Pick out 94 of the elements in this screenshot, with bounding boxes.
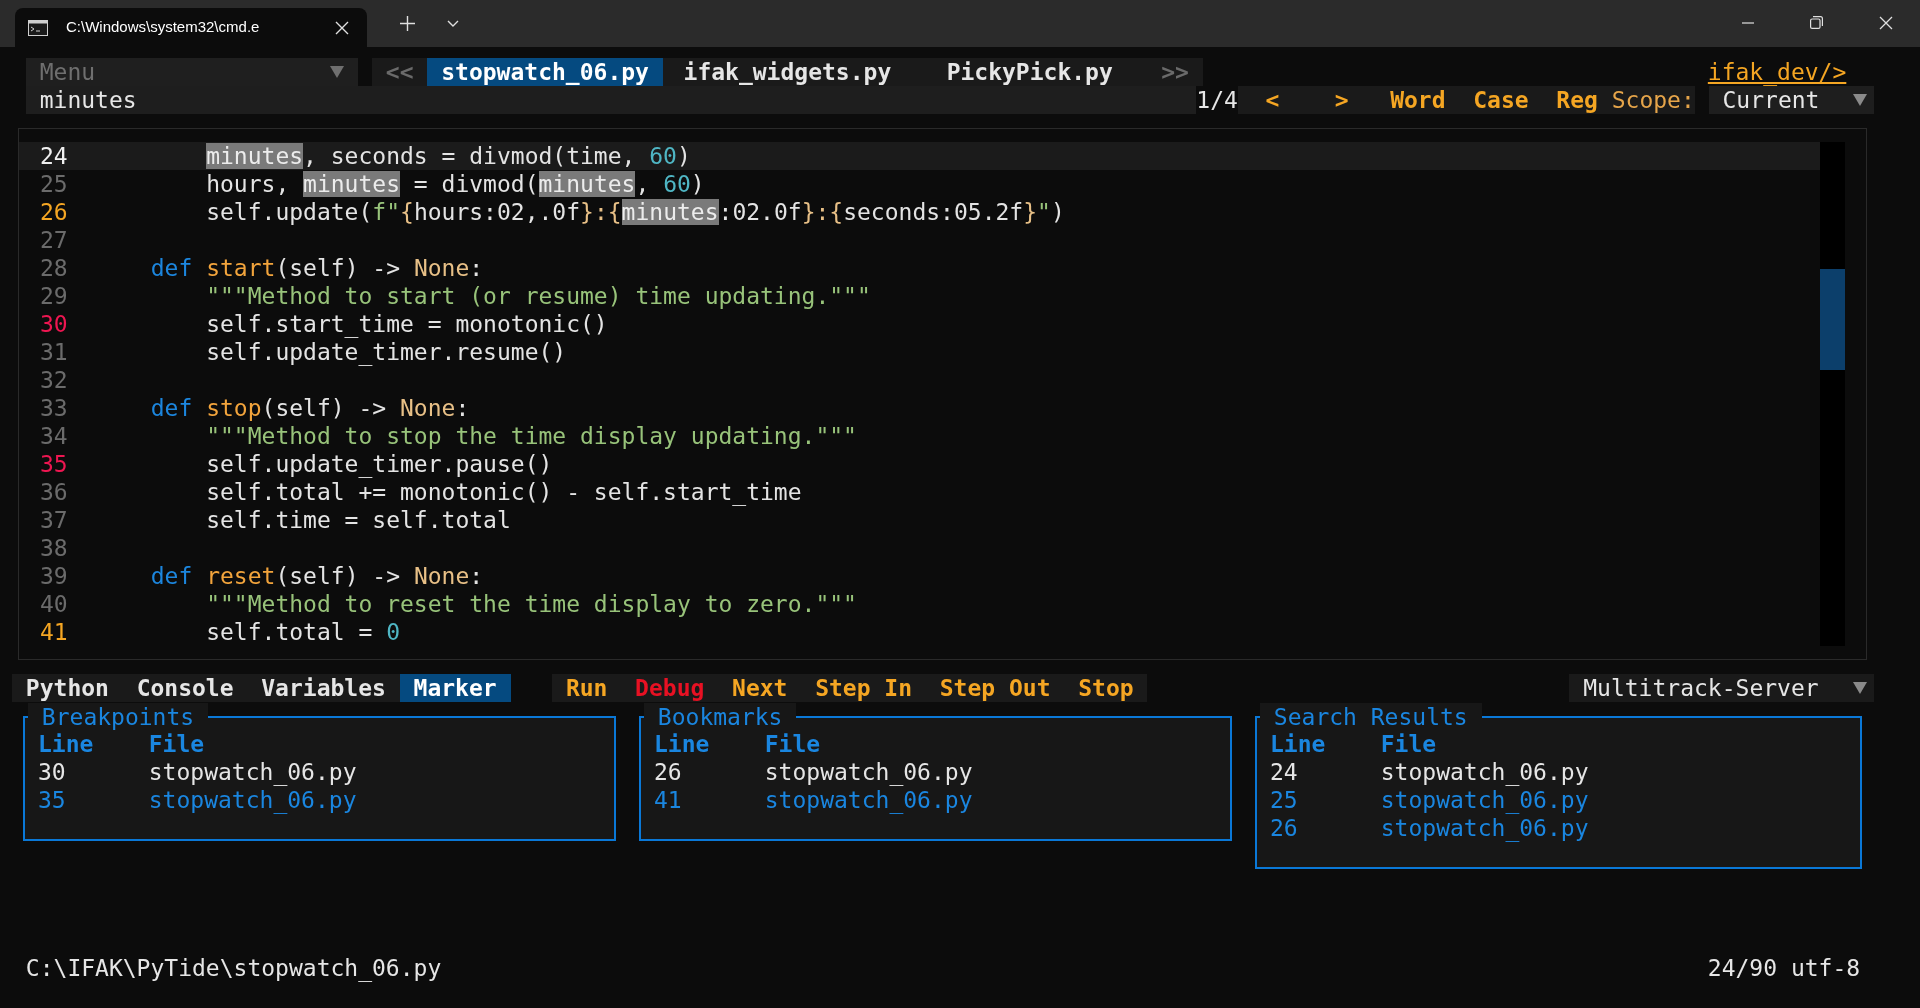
- column-header: Line: [1270, 730, 1327, 758]
- code-line: def start(self) -> None:: [149, 254, 484, 282]
- line-number: 32: [40, 366, 69, 394]
- line-number: 26: [40, 198, 69, 226]
- caret-down-icon: [330, 66, 345, 78]
- caret-down-icon: [1853, 682, 1868, 694]
- code-line: self.update_timer.pause(): [205, 450, 553, 478]
- scrollbar[interactable]: [1820, 142, 1845, 646]
- terminal-icon: [28, 19, 48, 36]
- line-cell[interactable]: 35: [38, 786, 149, 814]
- code-line: """Method to start (or resume) time updating.""": [205, 282, 871, 310]
- column-header: File: [148, 730, 205, 758]
- line-number: 25: [40, 170, 69, 198]
- close-icon[interactable]: [1879, 16, 1893, 30]
- close-icon[interactable]: [335, 20, 349, 35]
- debug-control-button[interactable]: Stop: [1064, 674, 1148, 702]
- code-line: """Method to reset the time display to zero.""": [205, 590, 857, 618]
- file-path: C:\IFAK\PyTide\stopwatch_06.py: [25, 954, 442, 982]
- tool-tab[interactable]: Console: [122, 674, 248, 702]
- code-line: self.total += monotonic() - self.start_time: [205, 478, 802, 506]
- line-cell[interactable]: 30: [38, 758, 149, 786]
- file-cell[interactable]: stopwatch_06.py: [1380, 786, 1589, 814]
- line-cell[interactable]: 41: [654, 786, 765, 814]
- line-number: 34: [40, 422, 69, 450]
- tool-tab[interactable]: Python: [12, 674, 123, 702]
- scope-dropdown[interactable]: Current: [1708, 86, 1874, 114]
- tool-tab[interactable]: Marker: [399, 674, 511, 702]
- column-header: File: [764, 730, 821, 758]
- search-option-toggle[interactable]: Case: [1473, 86, 1529, 114]
- line-number: 33: [40, 394, 69, 422]
- line-number: 38: [40, 534, 69, 562]
- project-link[interactable]: ifak_dev/>: [1707, 58, 1847, 86]
- column-header: File: [1380, 730, 1437, 758]
- code-line: self.start_time = monotonic(): [205, 310, 608, 338]
- file-cell[interactable]: stopwatch_06.py: [764, 758, 973, 786]
- debug-control-button[interactable]: Debug: [621, 674, 719, 702]
- tool-tab[interactable]: Variables: [247, 674, 400, 702]
- code-editor[interactable]: [18, 128, 1867, 660]
- line-number: 24: [40, 142, 69, 170]
- debug-control-button[interactable]: Run: [552, 674, 622, 702]
- file-cell[interactable]: stopwatch_06.py: [764, 786, 973, 814]
- code-line: hours, minutes = divmod(minutes, 60): [205, 170, 705, 198]
- panel-title: Breakpoints: [28, 703, 208, 731]
- server-dropdown[interactable]: Multitrack-Server: [1569, 674, 1874, 702]
- column-header: Line: [654, 730, 711, 758]
- code-line: minutes, seconds = divmod(time, 60): [205, 142, 691, 170]
- code-line: self.time = self.total: [205, 506, 511, 534]
- search-option-toggle[interactable]: Reg: [1556, 86, 1598, 114]
- code-line: def stop(self) -> None:: [149, 394, 470, 422]
- file-cell[interactable]: stopwatch_06.py: [148, 758, 357, 786]
- file-tab[interactable]: ifak_widgets.py: [662, 58, 912, 86]
- file-cell[interactable]: stopwatch_06.py: [1380, 758, 1589, 786]
- line-number: 35: [40, 450, 69, 478]
- next-match-button[interactable]: >: [1334, 86, 1349, 114]
- line-number: 36: [40, 478, 69, 506]
- file-tab[interactable]: stopwatch_06.py: [427, 58, 663, 86]
- scope-label: Scope:: [1611, 86, 1695, 114]
- line-number: 39: [40, 562, 69, 590]
- line-number: 30: [40, 310, 69, 338]
- file-cell[interactable]: stopwatch_06.py: [148, 786, 357, 814]
- line-number: 41: [40, 618, 69, 646]
- tab-title: C:\Windows\system32\cmd.e: [66, 17, 260, 38]
- debug-control-button[interactable]: Step Out: [925, 674, 1065, 702]
- code-line: """Method to stop the time display updating.""": [205, 422, 857, 450]
- caret-down-icon: [1853, 94, 1868, 106]
- line-cell[interactable]: 26: [654, 758, 765, 786]
- plus-icon[interactable]: [400, 16, 415, 31]
- line-cell[interactable]: 25: [1270, 786, 1381, 814]
- debug-control-button[interactable]: Step In: [801, 674, 926, 702]
- line-cell[interactable]: 26: [1270, 814, 1381, 842]
- code-line: def reset(self) -> None:: [149, 562, 484, 590]
- file-cell[interactable]: stopwatch_06.py: [1380, 814, 1589, 842]
- chevron-down-icon[interactable]: [447, 20, 459, 27]
- debug-control-button[interactable]: Next: [718, 674, 802, 702]
- search-option-toggle[interactable]: Word: [1390, 86, 1446, 114]
- line-number: 40: [40, 590, 69, 618]
- cursor-position: 24/90 utf-8: [1707, 954, 1861, 982]
- line-number: 27: [40, 226, 69, 254]
- restore-icon[interactable]: [1810, 16, 1823, 29]
- file-tab[interactable]: PickyPick.py: [912, 58, 1148, 86]
- line-number: 29: [40, 282, 69, 310]
- column-header: Line: [38, 730, 95, 758]
- terminal-tab[interactable]: C:\Windows\system32\cmd.e: [15, 8, 367, 47]
- code-line: self.total = 0: [205, 618, 400, 646]
- match-count: 1/4: [1196, 86, 1238, 114]
- line-number: 28: [40, 254, 69, 282]
- code-line: self.update(f"{hours:02,.0f}:{minutes:02.0f}:{seconds:05.2f}"): [205, 198, 1065, 226]
- code-line: self.update_timer.resume(): [205, 338, 567, 366]
- line-cell[interactable]: 24: [1270, 758, 1381, 786]
- search-field[interactable]: minutes: [25, 86, 1197, 114]
- line-number: 31: [40, 338, 69, 366]
- line-number: 37: [40, 506, 69, 534]
- previous-match-button[interactable]: <: [1265, 86, 1280, 114]
- scrollbar-thumb[interactable]: [1820, 269, 1845, 370]
